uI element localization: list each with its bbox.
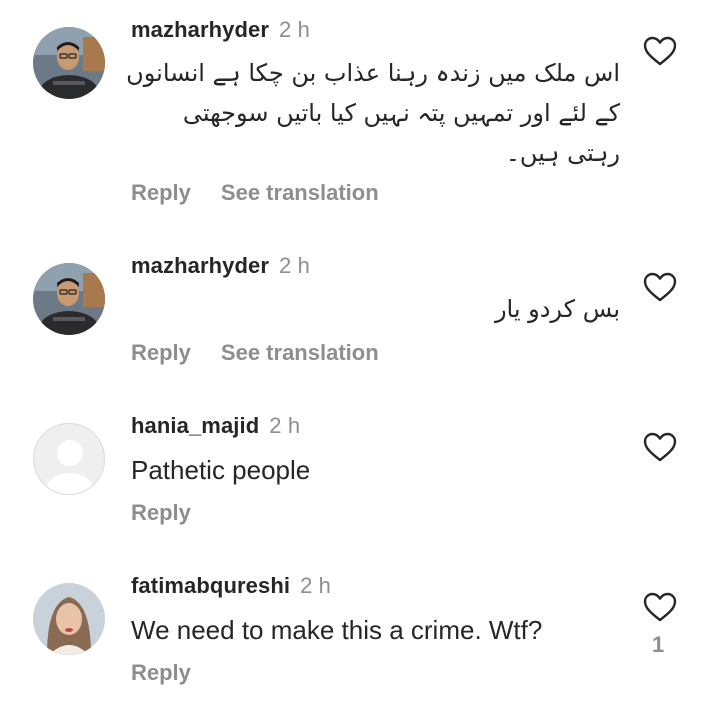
username-text[interactable]: mazharhyder (131, 253, 269, 278)
timestamp: 2 h (279, 17, 310, 42)
reply-button[interactable]: Reply (131, 180, 191, 206)
comment-text-line: اس ملک میں زندہ رہنا عذاب بن چکا ہے انسا… (126, 59, 620, 87)
comment-text: Pathetic people (131, 455, 311, 485)
comment-actions: Reply See translation (131, 340, 379, 366)
username-text[interactable]: hania_majid (131, 413, 259, 438)
see-translation-button[interactable]: See translation (221, 340, 379, 366)
username-text[interactable]: fatimabqureshi (131, 573, 290, 598)
username[interactable]: hania_majid 2 h (131, 413, 300, 439)
like-count[interactable]: 1 (652, 632, 664, 658)
username-text[interactable]: mazharhyder (131, 17, 269, 42)
reply-button[interactable]: Reply (131, 340, 191, 366)
comment-text-line: بس کردو یار (494, 295, 620, 323)
avatar[interactable] (33, 27, 105, 99)
comment-text: We need to make this a crime. Wtf? (131, 615, 543, 645)
default-avatar[interactable] (33, 423, 105, 495)
comment-text-line: کے لئے اور تمہیں پتہ نہیں کیا باتیں سوجھ… (182, 99, 620, 127)
heart-outline-icon[interactable] (643, 272, 677, 302)
comment-text-line: رہتی ہیں۔ (505, 139, 620, 167)
heart-outline-icon[interactable] (643, 432, 677, 462)
comment-actions: Reply See translation (131, 180, 379, 206)
avatar[interactable] (33, 583, 105, 655)
username[interactable]: mazharhyder 2 h (131, 17, 310, 43)
heart-outline-icon[interactable] (643, 36, 677, 66)
heart-outline-icon[interactable] (643, 592, 677, 622)
reply-button[interactable]: Reply (131, 660, 191, 686)
timestamp: 2 h (269, 413, 301, 438)
username[interactable]: fatimabqureshi 2 h (131, 573, 331, 599)
timestamp: 2 h (300, 573, 331, 598)
timestamp: 2 h (279, 253, 310, 278)
see-translation-button[interactable]: See translation (221, 180, 379, 206)
username[interactable]: mazharhyder 2 h (131, 253, 310, 279)
reply-button[interactable]: Reply (131, 500, 191, 526)
comment-text: اس ملک میں زندہ رہنا عذاب بن چکا ہے انسا… (120, 53, 620, 173)
avatar[interactable] (33, 263, 105, 335)
comment-actions: Reply (131, 500, 191, 526)
comment-actions: Reply (131, 660, 191, 686)
comment-text: بس کردو یار (120, 289, 620, 329)
